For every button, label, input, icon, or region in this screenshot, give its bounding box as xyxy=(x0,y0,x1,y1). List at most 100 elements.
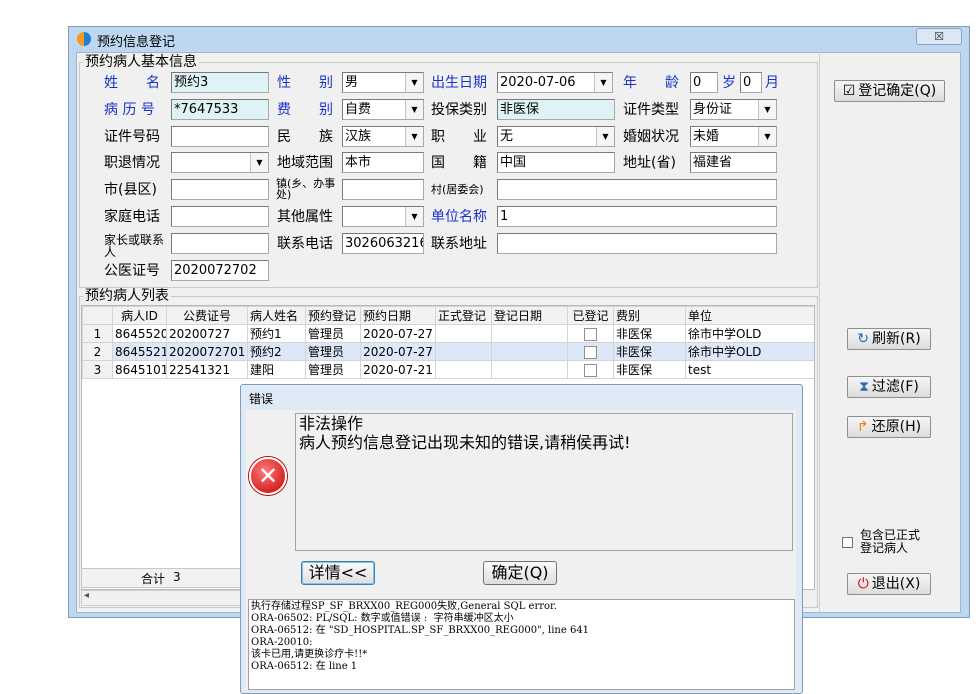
row-number: 3 xyxy=(82,360,113,379)
confirm-register-button[interactable]: ☑ 登记确定(Q) xyxy=(834,80,945,102)
col-header[interactable]: 病人ID xyxy=(112,306,167,325)
col-header[interactable] xyxy=(82,306,113,325)
cell: 2020-07-27 xyxy=(360,324,436,343)
chevron-down-icon[interactable]: ▼ xyxy=(758,100,776,119)
cell: 8645521 xyxy=(112,342,167,361)
error-message-box: 非法操作 病人预约信息登记出现未知的错误,请稍侯再试! xyxy=(295,413,793,551)
scroll-left-icon[interactable]: ◂ xyxy=(84,590,89,601)
cell xyxy=(435,360,492,379)
registered-checkbox[interactable] xyxy=(584,327,597,341)
right-panel-divider xyxy=(819,52,820,613)
chevron-down-icon[interactable]: ▼ xyxy=(405,207,423,226)
table-row[interactable]: 3 8645101 22541321 建阳 管理员 2020-07-21 非医保… xyxy=(82,360,814,379)
cell: 管理员 xyxy=(305,360,361,379)
horizontal-scrollbar[interactable] xyxy=(81,590,241,606)
record-no-field[interactable]: *7647533 xyxy=(171,99,269,120)
nation-select[interactable]: 汉族 ▼ xyxy=(342,126,424,147)
parent-field[interactable] xyxy=(171,233,269,254)
col-header[interactable]: 病人姓名 xyxy=(247,306,306,325)
undo-arrow-icon: ↱ xyxy=(856,419,869,435)
cell: 预约2 xyxy=(247,342,306,361)
id-no-field[interactable] xyxy=(171,126,269,147)
marital-label: 婚姻状况 xyxy=(623,129,679,145)
city-field[interactable] xyxy=(171,179,269,200)
refresh-icon: ↻ xyxy=(857,331,870,347)
province-field[interactable]: 福建省 xyxy=(690,152,777,173)
id-type-select[interactable]: 身份证 ▼ xyxy=(690,99,777,120)
chevron-down-icon[interactable]: ▼ xyxy=(596,127,614,146)
error-message-text: 病人预约信息登记出现未知的错误,请稍侯再试! xyxy=(299,433,631,452)
col-header[interactable]: 单位 xyxy=(685,306,814,325)
restore-button[interactable]: ↱ 还原(H) xyxy=(847,416,931,438)
registered-checkbox-cell xyxy=(567,324,614,343)
exit-button[interactable]: ⏻ 退出(X) xyxy=(847,573,931,595)
cell xyxy=(491,342,568,361)
table-row[interactable]: 1 8645520 20200727 预约1 管理员 2020-07-27 非医… xyxy=(82,324,814,343)
registered-checkbox[interactable] xyxy=(584,345,597,359)
registered-checkbox[interactable] xyxy=(584,363,597,377)
town-field[interactable] xyxy=(342,179,424,200)
total-value: 3 xyxy=(173,570,181,584)
checkbox-icon: ☑ xyxy=(842,83,856,99)
other-attr-label: 其他属性 xyxy=(277,209,333,225)
gender-select[interactable]: 男 ▼ xyxy=(342,72,424,93)
table-row[interactable]: 2 8645521 2020072701 预约2 管理员 2020-07-27 … xyxy=(82,342,814,361)
city-label: 市(县区) xyxy=(104,182,157,198)
birth-date-picker[interactable]: 2020-07-06 ▼ xyxy=(497,72,613,93)
chevron-down-icon[interactable]: ▼ xyxy=(758,127,776,146)
home-phone-field[interactable] xyxy=(171,206,269,227)
country-field[interactable]: 中国 xyxy=(497,152,615,173)
village-field[interactable] xyxy=(497,179,777,200)
col-header[interactable]: 公费证号 xyxy=(166,306,248,325)
col-header[interactable]: 正式登记 xyxy=(435,306,492,325)
refresh-button[interactable]: ↻ 刷新(R) xyxy=(847,328,931,350)
fee-select[interactable]: 自费 ▼ xyxy=(342,99,424,120)
registered-checkbox-cell xyxy=(567,342,614,361)
insurance-field[interactable]: 非医保 xyxy=(497,99,615,120)
chevron-down-icon[interactable]: ▼ xyxy=(250,153,268,172)
age-months-field[interactable]: 0 xyxy=(740,72,762,93)
id-type-label: 证件类型 xyxy=(623,102,679,118)
error-dialog-title: 错误 xyxy=(249,392,274,406)
contact-addr-field[interactable] xyxy=(497,233,777,254)
chevron-down-icon[interactable]: ▼ xyxy=(405,73,423,92)
job-select[interactable]: 无 ▼ xyxy=(497,126,615,147)
window-title: 预约信息登记 xyxy=(97,35,176,50)
include-registered-checkbox[interactable] xyxy=(842,537,853,548)
col-header[interactable]: 费别 xyxy=(613,306,686,325)
chevron-down-icon[interactable]: ▼ xyxy=(594,73,612,92)
cell: 建阳 xyxy=(247,360,306,379)
name-field[interactable]: 预约3 xyxy=(171,72,269,93)
col-header[interactable]: 登记日期 xyxy=(491,306,568,325)
chevron-down-icon[interactable]: ▼ xyxy=(405,100,423,119)
fee-label: 费 别 xyxy=(277,102,333,118)
power-icon: ⏻ xyxy=(857,576,869,592)
details-button[interactable]: 详情<< xyxy=(301,561,375,585)
ok-button[interactable]: 确定(Q) xyxy=(483,561,557,585)
contact-phone-field[interactable]: 3026063216 xyxy=(342,233,424,254)
unit-field[interactable]: 1 xyxy=(497,206,777,227)
area-field[interactable]: 本市 xyxy=(342,152,424,173)
cert-label: 公医证号 xyxy=(104,263,160,279)
retire-select[interactable]: ▼ xyxy=(171,152,269,173)
filter-button[interactable]: ⧗ 过滤(F) xyxy=(847,376,931,398)
col-header[interactable]: 预约登记 xyxy=(305,306,361,325)
other-attr-select[interactable]: ▼ xyxy=(342,206,424,227)
cell: 非医保 xyxy=(613,342,686,361)
cell: 管理员 xyxy=(305,324,361,343)
error-message-title: 非法操作 xyxy=(299,414,364,433)
cell: 2020-07-27 xyxy=(360,342,436,361)
marital-select[interactable]: 未婚 ▼ xyxy=(690,126,777,147)
col-header[interactable]: 预约日期 xyxy=(360,306,436,325)
age-month-unit: 月 xyxy=(765,75,779,91)
age-years-field[interactable]: 0 xyxy=(690,72,718,93)
col-header[interactable]: 已登记 xyxy=(567,306,614,325)
job-label: 职 业 xyxy=(431,129,487,145)
close-button[interactable]: ☒ xyxy=(916,28,962,45)
birth-label: 出生日期 xyxy=(431,75,487,91)
total-label: 合计 xyxy=(141,572,166,586)
home-phone-label: 家庭电话 xyxy=(104,209,160,225)
patient-table: 病人ID 公费证号 病人姓名 预约登记 预约日期 正式登记 登记日期 已登记 费… xyxy=(82,306,814,379)
cert-field[interactable]: 2020072702 xyxy=(171,260,269,281)
chevron-down-icon[interactable]: ▼ xyxy=(405,127,423,146)
